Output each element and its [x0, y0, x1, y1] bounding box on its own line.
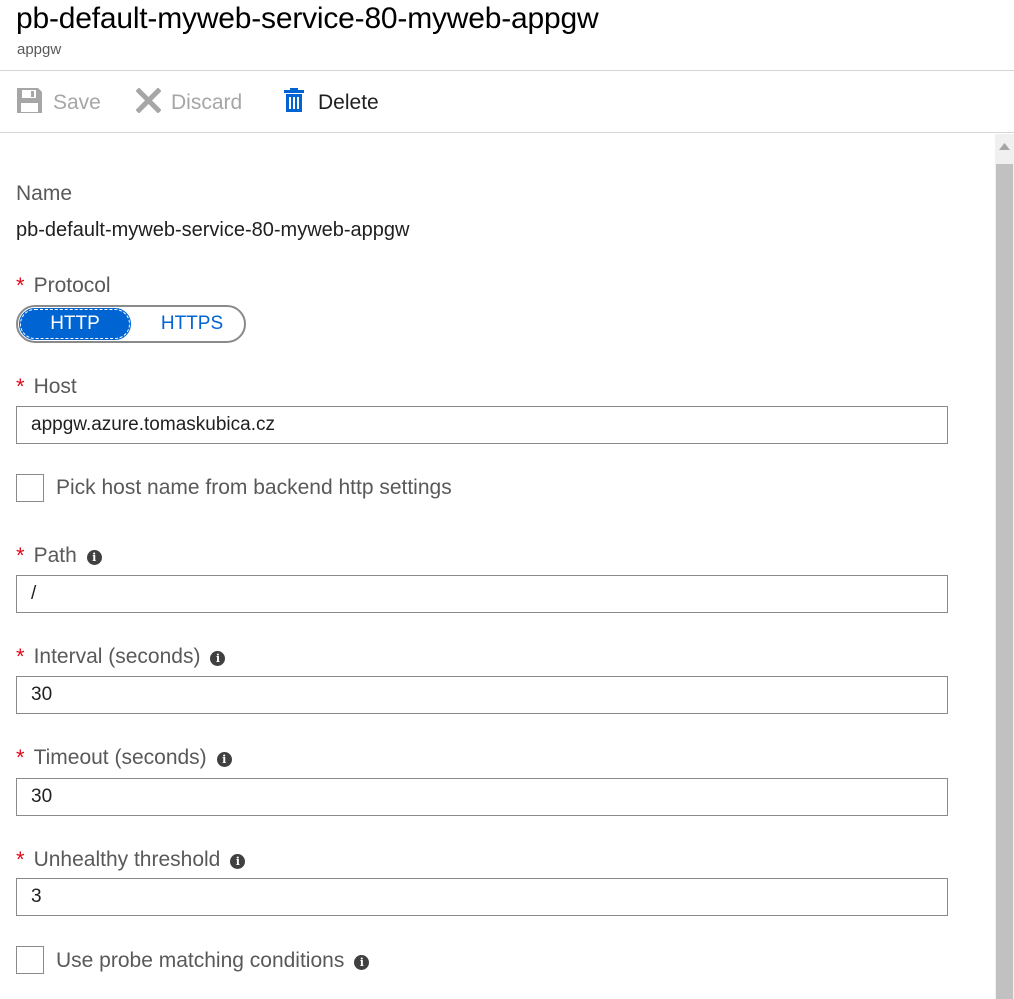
unhealthy-label: Unhealthy threshold [33, 848, 221, 871]
header-divider [0, 70, 1014, 71]
required-marker: * [16, 374, 25, 399]
protocol-toggle[interactable]: HTTP HTTPS [16, 305, 246, 343]
required-marker: * [16, 644, 25, 669]
required-marker: * [16, 745, 25, 770]
timeout-input[interactable]: 30 [16, 778, 948, 816]
name-label: Name [16, 182, 73, 205]
interval-label: Interval (seconds) [33, 645, 201, 668]
info-icon[interactable]: i [86, 550, 102, 565]
info-icon[interactable]: i [354, 955, 370, 970]
path-input[interactable]: / [16, 575, 948, 613]
info-icon[interactable]: i [210, 651, 226, 666]
required-marker: * [16, 543, 25, 568]
discard-label: Discard [171, 91, 243, 114]
discard-icon [135, 86, 162, 119]
delete-icon [284, 87, 304, 119]
pick-host-checkbox[interactable] [16, 474, 44, 502]
delete-label: Delete [318, 91, 379, 114]
probe-matching-label-row: Use probe matching conditions i [56, 949, 370, 973]
path-label-row: * Path i [16, 543, 102, 569]
probe-matching-checkbox[interactable] [16, 946, 44, 974]
save-button[interactable]: Save [16, 86, 101, 120]
pick-host-label: Pick host name from backend http setting… [56, 476, 452, 499]
probe-matching-label: Use probe matching conditions [56, 949, 345, 972]
discard-button[interactable]: Discard [135, 86, 243, 120]
protocol-option-https[interactable]: HTTPS [144, 309, 240, 339]
timeout-label: Timeout (seconds) [33, 746, 207, 769]
info-icon[interactable]: i [230, 854, 246, 869]
timeout-label-row: * Timeout (seconds) i [16, 745, 232, 771]
name-value: pb-default-myweb-service-80-myweb-appgw [16, 219, 410, 241]
protocol-label-row: * Protocol [16, 273, 111, 299]
path-label: Path [33, 544, 77, 567]
host-label: Host [33, 375, 77, 398]
page-title: pb-default-myweb-service-80-myweb-appgw [16, 2, 599, 35]
host-label-row: * Host [16, 374, 77, 400]
required-marker: * [16, 273, 25, 298]
protocol-label: Protocol [33, 274, 111, 297]
scroll-up-icon[interactable] [995, 134, 1014, 158]
toolbar-divider [0, 132, 1014, 133]
host-input[interactable]: appgw.azure.tomaskubica.cz [16, 406, 948, 444]
interval-input[interactable]: 30 [16, 676, 948, 714]
protocol-option-http[interactable]: HTTP [19, 308, 131, 340]
delete-button[interactable]: Delete [284, 86, 379, 120]
save-icon [16, 87, 43, 120]
interval-label-row: * Interval (seconds) i [16, 644, 226, 670]
save-label: Save [53, 91, 101, 114]
required-marker: * [16, 847, 25, 872]
info-icon[interactable]: i [216, 752, 232, 767]
unhealthy-threshold-input[interactable]: 3 [16, 878, 948, 916]
page-subtitle: appgw [17, 41, 62, 58]
unhealthy-label-row: * Unhealthy threshold i [16, 847, 246, 873]
scrollbar-thumb[interactable] [996, 164, 1013, 999]
